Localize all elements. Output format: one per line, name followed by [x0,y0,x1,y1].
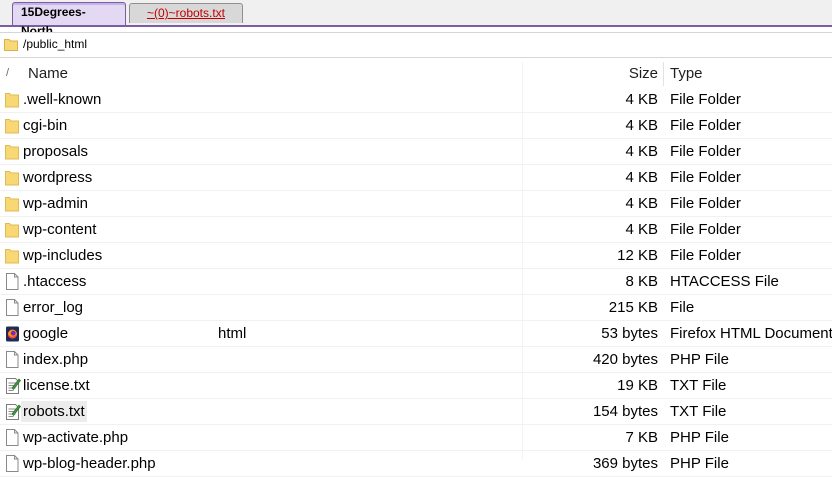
file-row[interactable]: wp-admin 4 KB File Folder [0,191,832,217]
text-file-icon [5,377,21,394]
tab-bar: 15Degrees-North ~(0)~robots.txt [0,0,832,38]
file-size: 4 KB [625,91,658,108]
file-size: 369 bytes [592,455,658,472]
file-type: HTACCESS File [670,273,779,290]
file-icon [5,429,21,446]
file-row[interactable]: robots.txt 154 bytes TXT File [0,399,832,425]
file-icon [5,299,21,316]
file-name: proposals [23,143,89,160]
file-row[interactable]: wp-blog-header.php 369 bytes PHP File [0,451,832,477]
column-separator[interactable] [663,62,664,86]
file-row[interactable]: wp-includes 12 KB File Folder [0,243,832,269]
file-name: .well-known [23,91,102,108]
firefox-html-icon [5,325,21,342]
file-icon [5,351,21,368]
file-size: 154 bytes [592,403,658,420]
folder-icon [5,169,21,186]
file-type: PHP File [670,351,729,368]
file-type: File [670,299,695,316]
redacted-region [68,323,154,344]
file-type: File Folder [670,143,741,160]
file-type: TXT File [670,377,727,394]
file-row[interactable]: license.txt 19 KB TXT File [0,373,832,399]
file-size: 19 KB [617,377,658,394]
file-name: robots.txt [21,401,87,422]
file-name: wp-content [23,221,97,238]
file-icon [5,273,21,290]
file-name: wp-includes [23,247,103,264]
text-file-icon [5,403,21,420]
file-size: 12 KB [617,247,658,264]
file-type: Firefox HTML Document [670,325,832,342]
file-name: license.txt [23,377,90,394]
file-type: File Folder [670,247,741,264]
tab-15degrees-north[interactable]: 15Degrees-North [12,2,126,38]
file-name: wp-blog-header.php [23,455,156,472]
file-name-suffix: html [218,325,247,342]
file-size: 215 KB [608,299,658,316]
file-name: wordpress [23,169,93,186]
file-row[interactable]: wp-activate.php 7 KB PHP File [0,425,832,451]
sort-indicator: / [6,67,10,79]
file-type: PHP File [670,455,729,472]
file-size: 8 KB [625,273,658,290]
file-list: .well-known 4 KB File Folder cgi-bin 4 KB Fil… [0,87,832,477]
file-size: 4 KB [625,221,658,238]
file-type: PHP File [670,429,729,446]
column-name[interactable]: Name [28,62,68,86]
file-name: .htaccess [23,273,87,290]
file-size: 4 KB [625,169,658,186]
file-size: 420 bytes [592,351,658,368]
file-row[interactable]: google html 53 bytes Firefox HTML Document [0,321,832,347]
file-icon [5,455,21,472]
file-size: 53 bytes [601,325,658,342]
file-row[interactable]: index.php 420 bytes PHP File [0,347,832,373]
path-bar[interactable]: /public_html [0,32,832,58]
tab-robots-txt[interactable]: ~(0)~robots.txt [129,3,243,23]
file-size: 4 KB [625,143,658,160]
file-row[interactable]: .well-known 4 KB File Folder [0,87,832,113]
file-row[interactable]: proposals 4 KB File Folder [0,139,832,165]
file-name: index.php [23,351,89,368]
file-type: File Folder [670,169,741,186]
file-name: cgi-bin [23,117,68,134]
folder-icon [5,195,21,212]
file-type: File Folder [670,195,741,212]
folder-icon [5,247,21,264]
file-name: wp-admin [23,195,89,212]
file-row[interactable]: wp-content 4 KB File Folder [0,217,832,243]
file-row[interactable]: cgi-bin 4 KB File Folder [0,113,832,139]
file-name: wp-activate.php [23,429,129,446]
file-type: File Folder [670,117,741,134]
file-name: error_log [23,299,84,316]
column-size[interactable]: Size [629,62,658,86]
column-type[interactable]: Type [670,62,703,86]
file-size: 4 KB [625,195,658,212]
column-header: / Name Size Type [0,62,832,86]
folder-icon [4,39,18,51]
file-name: google [23,325,69,342]
file-size: 4 KB [625,117,658,134]
current-path: /public_html [23,37,88,51]
folder-icon [5,91,21,108]
file-row[interactable]: .htaccess 8 KB HTACCESS File [0,269,832,295]
file-type: File Folder [670,221,741,238]
folder-icon [5,221,21,238]
folder-icon [5,117,21,134]
file-type: TXT File [670,403,727,420]
file-row[interactable]: wordpress 4 KB File Folder [0,165,832,191]
file-size: 7 KB [625,429,658,446]
file-row[interactable]: error_log 215 KB File [0,295,832,321]
file-type: File Folder [670,91,741,108]
folder-icon [5,143,21,160]
